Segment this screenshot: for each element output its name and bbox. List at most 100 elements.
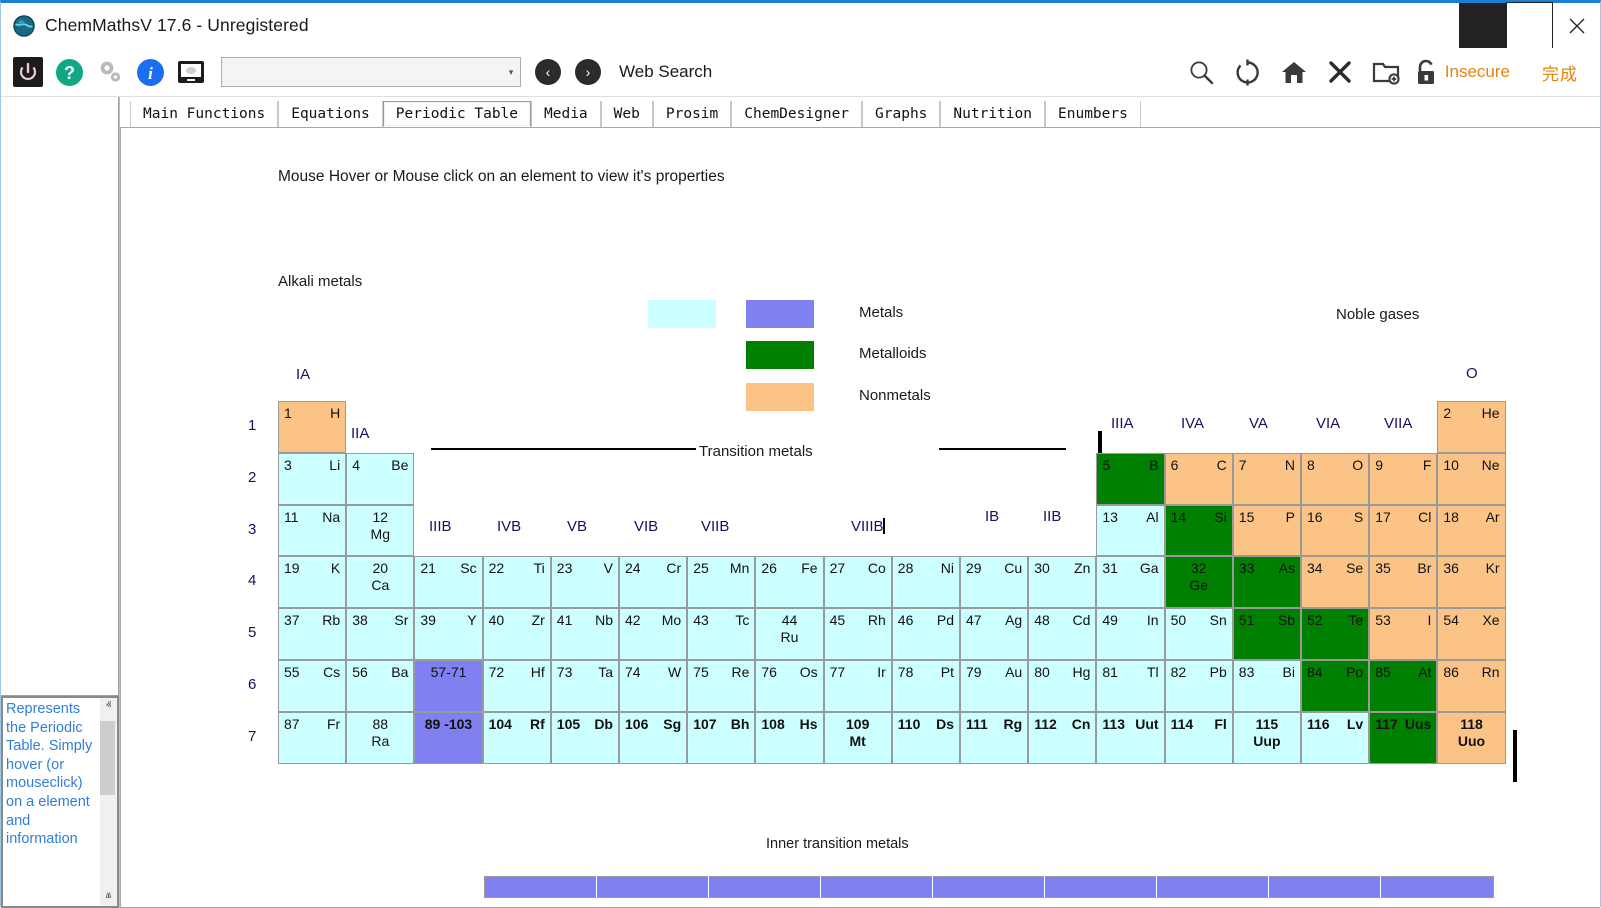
back-button[interactable]: ‹ xyxy=(535,59,561,85)
help-icon[interactable]: ? xyxy=(55,58,84,87)
element-cell-fe[interactable]: 26 Fe xyxy=(755,556,824,609)
tab-graphs[interactable]: Graphs xyxy=(862,101,941,127)
element-cell-rn[interactable]: 86 Rn xyxy=(1437,660,1506,712)
element-cell-pb[interactable]: 82 Pb xyxy=(1164,660,1233,712)
tab-nutrition[interactable]: Nutrition xyxy=(940,101,1045,127)
element-cell-db[interactable]: 105 Db xyxy=(550,711,619,764)
element-cell-nb[interactable]: 41 Nb xyxy=(550,608,619,660)
element-cell-mt[interactable]: 109 Mt xyxy=(823,711,892,764)
element-cell-cs[interactable]: 55 Cs xyxy=(278,660,347,712)
element-cell-o[interactable]: 8O xyxy=(1301,452,1370,505)
element-cell-kr[interactable]: 36 Kr xyxy=(1437,556,1506,609)
element-cell-ag[interactable]: 47 Ag xyxy=(960,608,1029,660)
element-cell-ti[interactable]: 22 Ti xyxy=(482,556,551,609)
home-icon[interactable] xyxy=(1271,52,1317,92)
element-cell-tc[interactable]: 43 Tc xyxy=(687,608,756,660)
element-cell-n[interactable]: 7N xyxy=(1232,452,1301,505)
element-cell-os[interactable]: 76 Os xyxy=(755,660,824,712)
tab-periodic-table[interactable]: Periodic Table xyxy=(382,101,532,127)
element-cell-uut[interactable]: 113 Uut xyxy=(1096,711,1165,764)
refresh-icon[interactable] xyxy=(1225,52,1271,92)
element-cell-ge[interactable]: 32 Ge xyxy=(1164,556,1233,609)
element-cell-br[interactable]: 35 Br xyxy=(1369,556,1438,609)
search-combobox[interactable]: ▾ xyxy=(221,57,521,87)
unlock-icon[interactable] xyxy=(1409,52,1443,92)
element-cell-ga[interactable]: 31 Ga xyxy=(1096,556,1165,609)
element-cell-uus[interactable]: 117 Uus xyxy=(1369,711,1438,764)
element-cell-b[interactable]: 5B xyxy=(1096,452,1165,505)
power-icon[interactable] xyxy=(13,57,43,87)
element-cell-sg[interactable]: 106 Sg xyxy=(619,711,688,764)
element-cell-he[interactable]: 2 He xyxy=(1437,401,1506,453)
element-cell-xe[interactable]: 54 Xe xyxy=(1437,608,1506,660)
element-cell-uuo[interactable]: 118 Uuo xyxy=(1437,711,1506,764)
minimize-button[interactable] xyxy=(1459,3,1506,48)
close-button[interactable] xyxy=(1553,3,1600,48)
element-cell-v[interactable]: 23 V xyxy=(550,556,619,609)
element-cell-y[interactable]: 39 Y xyxy=(414,608,483,660)
element-cell-hs[interactable]: 108 Hs xyxy=(755,711,824,764)
element-cell-ar[interactable]: 18 Ar xyxy=(1437,504,1506,557)
element-cell-te[interactable]: 52 Te xyxy=(1301,608,1370,660)
element-cell-at[interactable]: 85 At xyxy=(1369,660,1438,712)
close-x-icon[interactable] xyxy=(1317,52,1363,92)
element-cell-se[interactable]: 34 Se xyxy=(1301,556,1370,609)
element-cell-li[interactable]: 3 Li xyxy=(278,452,347,505)
element-cell-re[interactable]: 75 Re xyxy=(687,660,756,712)
tab-web[interactable]: Web xyxy=(600,101,653,127)
element-cell-c[interactable]: 6C xyxy=(1164,452,1233,505)
element-cell-pt[interactable]: 78 Pt xyxy=(891,660,960,712)
element-cell-zn[interactable]: 30 Zn xyxy=(1028,556,1097,609)
settings-icon[interactable] xyxy=(96,58,124,86)
element-cell-rg[interactable]: 111 Rg xyxy=(960,711,1029,764)
tab-main-functions[interactable]: Main Functions xyxy=(130,101,279,127)
element-cell-ca[interactable]: 20 Ca xyxy=(346,556,415,609)
element-cell-ru[interactable]: 44 Ru xyxy=(755,608,824,660)
element-cell-w[interactable]: 74 W xyxy=(619,660,688,712)
element-cell-f[interactable]: 9F xyxy=(1369,452,1438,505)
element-cell-mg[interactable]: 12 Mg xyxy=(346,504,415,557)
search-icon[interactable] xyxy=(1179,52,1225,92)
element-cell-lv[interactable]: 116 Lv xyxy=(1301,711,1370,764)
search-input[interactable] xyxy=(222,58,502,86)
element-cell-sc[interactable]: 21 Sc xyxy=(414,556,483,609)
element-cell-ir[interactable]: 77 Ir xyxy=(823,660,892,712)
element-cell-rf[interactable]: 104 Rf xyxy=(482,711,551,764)
element-cell-k[interactable]: 19 K xyxy=(278,556,347,609)
element-cell-fr[interactable]: 87 Fr xyxy=(278,711,347,764)
element-cell-po[interactable]: 84 Po xyxy=(1301,660,1370,712)
element-cell-sr[interactable]: 38 Sr xyxy=(346,608,415,660)
element-cell-cr[interactable]: 24 Cr xyxy=(619,556,688,609)
element-cell-rb[interactable]: 37 Rb xyxy=(278,608,347,660)
element-cell-ni[interactable]: 28 Ni xyxy=(891,556,960,609)
element-cell-tl[interactable]: 81 Tl xyxy=(1096,660,1165,712)
new-folder-icon[interactable] xyxy=(1363,52,1409,92)
web-search-label[interactable]: Web Search xyxy=(619,62,712,82)
element-cell-ne[interactable]: 10 Ne xyxy=(1437,452,1506,505)
element-cell-hf[interactable]: 72 Hf xyxy=(482,660,551,712)
element-cell-ba[interactable]: 56 Ba xyxy=(346,660,415,712)
element-cell-cn[interactable]: 112 Cn xyxy=(1028,711,1097,764)
element-cell-cl[interactable]: 17 Cl xyxy=(1369,504,1438,557)
element-cell-be[interactable]: 4 Be xyxy=(346,452,415,505)
tab-equations[interactable]: Equations xyxy=(278,101,383,127)
sidebar-scrollbar[interactable]: ⱏ ⱞ xyxy=(100,698,117,906)
element-cell-uup[interactable]: 115 Uup xyxy=(1232,711,1301,764)
element-cell-mn[interactable]: 25 Mn xyxy=(687,556,756,609)
tab-enumbers[interactable]: Enumbers xyxy=(1045,101,1141,127)
element-range-cell-89103[interactable]: 89 -103 xyxy=(414,711,483,764)
forward-button[interactable]: › xyxy=(575,59,601,85)
element-cell-hg[interactable]: 80 Hg xyxy=(1028,660,1097,712)
element-cell-bh[interactable]: 107 Bh xyxy=(687,711,756,764)
element-cell-co[interactable]: 27 Co xyxy=(823,556,892,609)
maximize-button[interactable] xyxy=(1506,2,1553,49)
element-cell-in[interactable]: 49 In xyxy=(1096,608,1165,660)
element-cell-ds[interactable]: 110 Ds xyxy=(891,711,960,764)
element-cell-ra[interactable]: 88 Ra xyxy=(346,711,415,764)
element-cell-as[interactable]: 33 As xyxy=(1232,556,1301,609)
element-cell-mo[interactable]: 42 Mo xyxy=(619,608,688,660)
element-range-cell-5771[interactable]: 57-71 xyxy=(414,660,483,712)
element-cell-bi[interactable]: 83 Bi xyxy=(1232,660,1301,712)
element-cell-h[interactable]: 1H xyxy=(278,401,347,453)
element-cell-al[interactable]: 13 Al xyxy=(1096,504,1165,557)
